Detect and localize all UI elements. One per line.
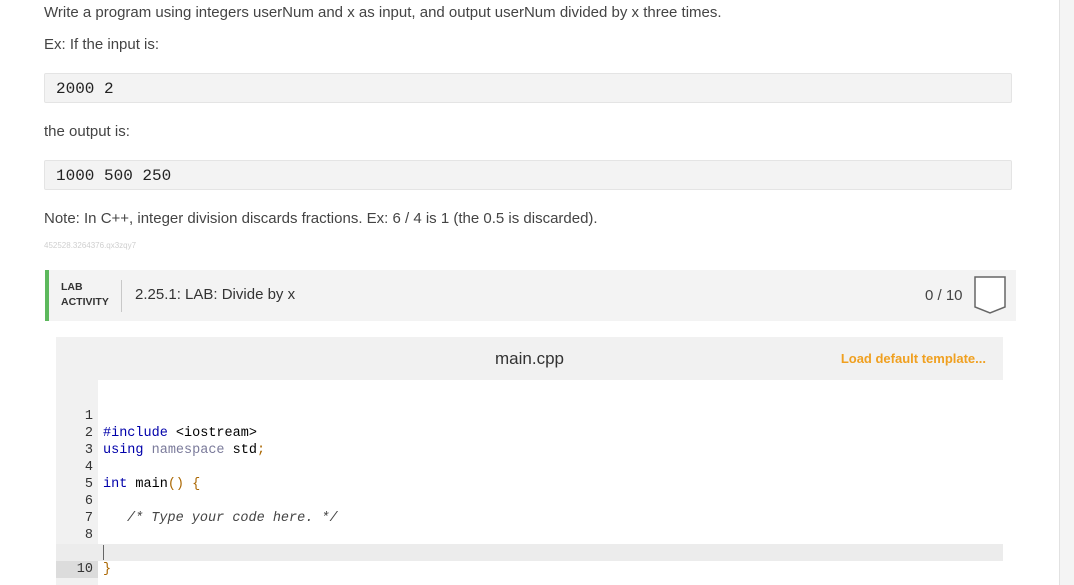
score-badge-icon [974, 276, 1006, 314]
example-intro-text: Ex: If the input is: [44, 36, 160, 53]
code-line-active[interactable]: 10 [56, 544, 1003, 578]
page-scrollbar[interactable] [1059, 0, 1074, 585]
header-divider [121, 280, 122, 312]
code-area[interactable]: 1 #include <iostream> 2 using namespace … [56, 391, 1003, 578]
lab-title: 2.25.1: LAB: Divide by x [135, 286, 296, 303]
code-line[interactable]: 7 [56, 493, 1003, 526]
code-line[interactable]: 8 return 0; [56, 510, 1003, 560]
output-intro-text: the output is: [44, 123, 130, 140]
line-number: 10 [56, 561, 98, 578]
code-line[interactable]: 9 } [56, 527, 1003, 577]
code-line[interactable]: 2 using namespace std; [56, 408, 1003, 458]
example-output-box: 1000 500 250 [44, 160, 1012, 190]
code-line[interactable]: 4 int main() { [56, 442, 1003, 492]
lab-score: 0 / 10 [925, 287, 963, 304]
page-content: Write a program using integers userNum a… [0, 0, 1059, 585]
code-line[interactable]: 1 #include <iostream> [56, 391, 1003, 441]
instruction-text: Write a program using integers userNum a… [44, 4, 722, 21]
example-input-box: 2000 2 [44, 73, 1012, 103]
note-text: Note: In C++, integer division discards … [44, 210, 598, 227]
lab-tag-line2: ACTIVITY [61, 296, 109, 308]
lab-activity-header: LAB ACTIVITY 2.25.1: LAB: Divide by x 0 … [45, 270, 1016, 321]
load-default-template-link[interactable]: Load default template... [841, 351, 986, 366]
lab-activity-tag: LAB ACTIVITY [61, 280, 109, 310]
lab-tag-line1: LAB [61, 281, 83, 293]
code-line[interactable]: 5 [56, 459, 1003, 492]
text-cursor [103, 545, 104, 560]
activity-id-text: 452528.3264376.qx3zqy7 [44, 241, 137, 250]
editor-toolbar: main.cpp Load default template... [56, 337, 1003, 380]
code-editor: main.cpp Load default template... 1 #inc… [56, 337, 1003, 585]
code-line[interactable]: 6 /* Type your code here. */ [56, 476, 1003, 526]
code-line[interactable]: 3 [56, 425, 1003, 458]
